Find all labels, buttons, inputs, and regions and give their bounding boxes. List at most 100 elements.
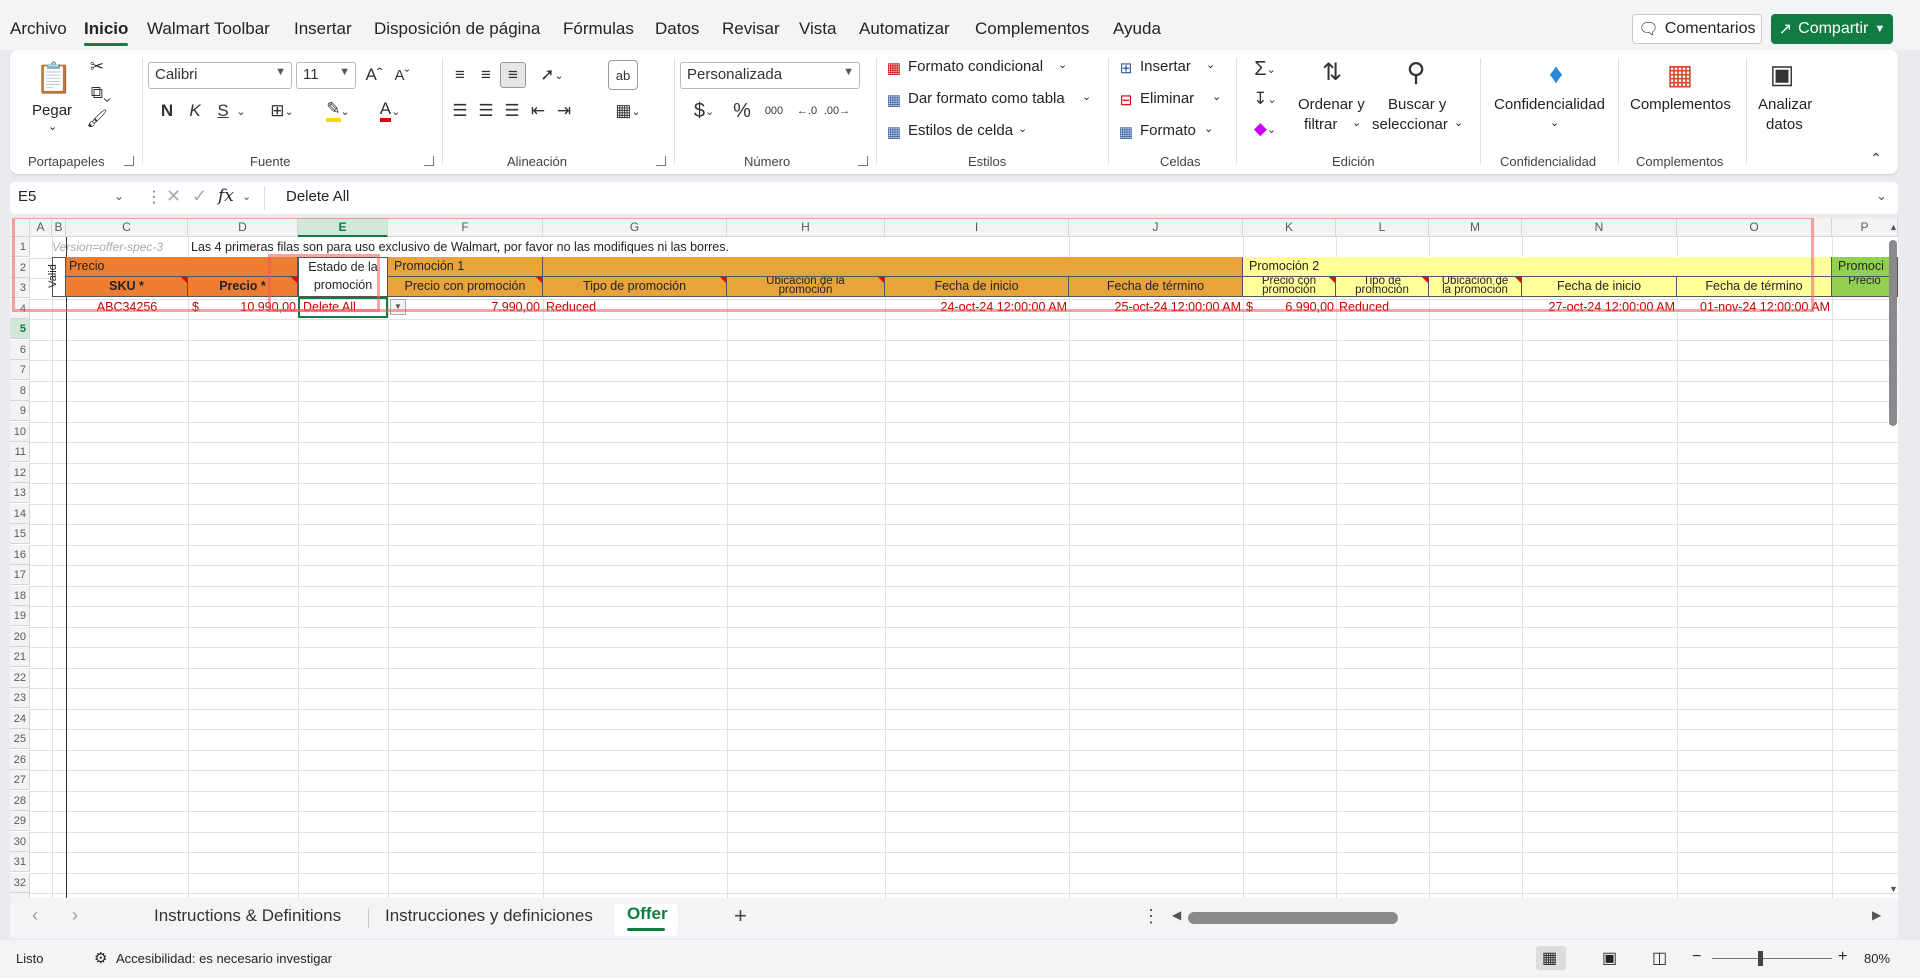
bold-button[interactable]: N <box>156 98 178 124</box>
column-header-f[interactable]: F <box>388 218 543 237</box>
analyze-label-2[interactable]: datos <box>1766 116 1803 133</box>
conditional-format-button[interactable]: Formato condicional <box>908 58 1043 75</box>
chevron-down-icon[interactable]: ⌄ <box>1204 122 1213 135</box>
comments-button[interactable]: 🗨 Comentarios <box>1632 14 1762 44</box>
format-painter-icon[interactable]: 🖌 <box>86 108 108 130</box>
sort-filter-label-2[interactable]: filtrar <box>1304 116 1337 133</box>
horizontal-scroll-thumb[interactable] <box>1188 912 1398 924</box>
row-header[interactable]: 22 <box>10 667 30 688</box>
insert-function-icon[interactable]: fx <box>218 186 234 206</box>
row-header[interactable]: 9 <box>10 401 30 421</box>
increase-decimal-icon[interactable]: ←.0 <box>794 98 820 124</box>
chevron-down-icon[interactable]: ⌄ <box>1550 116 1559 129</box>
paste-label[interactable]: Pegar <box>32 102 72 119</box>
scroll-left-icon[interactable]: ◀ <box>1172 908 1181 922</box>
formula-input[interactable]: Delete All <box>286 188 349 205</box>
row-header[interactable]: 27 <box>10 770 30 790</box>
column-header-b[interactable]: B <box>52 218 66 237</box>
cell-inicio1[interactable]: 24-oct-24 12:00:00 AM <box>885 297 1067 317</box>
decrease-font-icon[interactable]: Aˇ <box>390 62 414 88</box>
alignment-launcher-icon[interactable] <box>656 156 666 166</box>
percent-icon[interactable]: % <box>730 98 754 124</box>
cell-precio-promo2[interactable]: 6.990,00 <box>1260 297 1334 317</box>
zoom-slider-thumb[interactable] <box>1758 951 1763 966</box>
row-header[interactable]: 3 <box>10 278 30 298</box>
header-tipo-promocion[interactable]: Tipo de promoción <box>543 277 727 297</box>
align-bottom-icon[interactable]: ≡ <box>500 62 526 88</box>
share-button[interactable]: ↗ Compartir ▼ <box>1771 14 1893 44</box>
header-promo2-group[interactable]: Promoción 2 <box>1243 257 1832 277</box>
column-header-d[interactable]: D <box>188 218 298 237</box>
cell-tipo1[interactable]: Reduced <box>546 297 726 317</box>
increase-indent-icon[interactable]: ⇥ <box>552 98 576 124</box>
addins-button[interactable]: Complementos <box>1630 96 1731 113</box>
select-all-corner[interactable] <box>10 218 30 237</box>
header-fecha-inicio[interactable]: Fecha de inicio <box>885 277 1069 297</box>
column-header-c[interactable]: C <box>66 218 188 237</box>
accessibility-icon[interactable]: ⚙ <box>94 949 107 967</box>
column-header-j[interactable]: J <box>1069 218 1243 237</box>
cell-estado-selected[interactable]: Delete All <box>298 297 388 318</box>
tab-options-icon[interactable]: ⋮ <box>1142 906 1160 927</box>
header-tipo-promo2[interactable]: Tipo de promoción <box>1336 277 1429 297</box>
cell-tipo2[interactable]: Reduced <box>1339 297 1427 317</box>
underline-button[interactable]: S <box>212 98 234 124</box>
cell-inicio2[interactable]: 27-oct-24 12:00:00 AM <box>1522 297 1675 317</box>
accessibility-status[interactable]: Accesibilidad: es necesario investigar <box>116 951 332 966</box>
number-launcher-icon[interactable] <box>858 156 868 166</box>
decrease-indent-icon[interactable]: ⇤ <box>526 98 550 124</box>
column-header-a[interactable]: A <box>30 218 52 237</box>
page-break-icon[interactable]: ◫ <box>1652 948 1667 968</box>
tab-offer[interactable]: Offer <box>627 904 668 924</box>
column-header-l[interactable]: L <box>1336 218 1429 237</box>
valid-header-cell[interactable]: Valid <box>47 257 66 297</box>
column-header-h[interactable]: H <box>727 218 885 237</box>
search-icon[interactable]: ⚲ <box>1396 54 1436 90</box>
chevron-down-icon[interactable]: ⌄ <box>1058 58 1067 71</box>
zoom-out-icon[interactable]: − <box>1692 948 1701 966</box>
cell-currency[interactable]: $ <box>192 297 206 317</box>
header-precio-promo2[interactable]: Precio con promoción <box>1243 277 1336 297</box>
menu-vista[interactable]: Vista <box>799 19 837 39</box>
row-header[interactable]: 13 <box>10 483 30 503</box>
clipboard-launcher-icon[interactable] <box>124 156 134 166</box>
tab-instrucciones-definiciones[interactable]: Instrucciones y definiciones <box>385 906 593 926</box>
row-header[interactable]: 14 <box>10 503 30 524</box>
delete-cells-button[interactable]: Eliminar <box>1140 90 1194 107</box>
row-header[interactable]: 21 <box>10 647 30 667</box>
row-header[interactable]: 24 <box>10 708 30 729</box>
align-center-icon[interactable]: ☰ <box>474 98 498 124</box>
walmart-note-cell[interactable]: Las 4 primeras filas son para uso exclus… <box>191 237 891 257</box>
name-box[interactable]: E5 <box>18 188 36 205</box>
italic-button[interactable]: K <box>184 98 206 124</box>
menu-archivo[interactable]: Archivo <box>10 19 67 39</box>
thousands-icon[interactable]: 000 <box>760 98 788 124</box>
worksheet-grid[interactable]: A B C D E F G H I J K L M N O P 12345678… <box>10 218 1898 898</box>
scroll-right-icon[interactable]: ▶ <box>1872 908 1881 922</box>
zoom-slider[interactable] <box>1712 958 1832 959</box>
menu-insertar[interactable]: Insertar <box>294 19 352 39</box>
page-layout-icon[interactable]: ▣ <box>1602 948 1617 968</box>
merge-center-icon[interactable]: ▦ ⌄ <box>608 98 648 124</box>
column-header-g[interactable]: G <box>543 218 727 237</box>
delete-cells-icon[interactable]: ⊟ <box>1116 90 1136 110</box>
insert-cells-button[interactable]: Insertar <box>1140 58 1191 75</box>
fill-color-icon[interactable]: ✎ ⌄ <box>318 98 358 124</box>
row-header[interactable]: 25 <box>10 729 30 749</box>
orientation-icon[interactable]: ➚ ⌄ <box>532 62 572 88</box>
menu-walmart-toolbar[interactable]: Walmart Toolbar <box>147 19 270 39</box>
cell-precio[interactable]: 10.990,00 <box>206 297 296 317</box>
addins-icon[interactable]: ▦ <box>1660 54 1700 94</box>
column-header-n[interactable]: N <box>1522 218 1677 237</box>
chevron-down-icon[interactable]: ⌄ <box>1212 90 1221 103</box>
cell-termino2[interactable]: 01-nov-24 12:00:00 AM <box>1677 297 1830 317</box>
row-header[interactable]: 16 <box>10 544 30 565</box>
row-header[interactable]: 10 <box>10 421 30 442</box>
menu-revisar[interactable]: Revisar <box>722 19 780 39</box>
align-top-icon[interactable]: ≡ <box>448 62 472 88</box>
row-header[interactable]: 28 <box>10 790 30 811</box>
clear-icon[interactable]: ◆ ⌄ <box>1246 116 1284 142</box>
autosum-icon[interactable]: Σ ⌄ <box>1246 56 1284 82</box>
font-launcher-icon[interactable] <box>424 156 434 166</box>
cell-sku[interactable]: ABC34256 <box>66 297 188 317</box>
